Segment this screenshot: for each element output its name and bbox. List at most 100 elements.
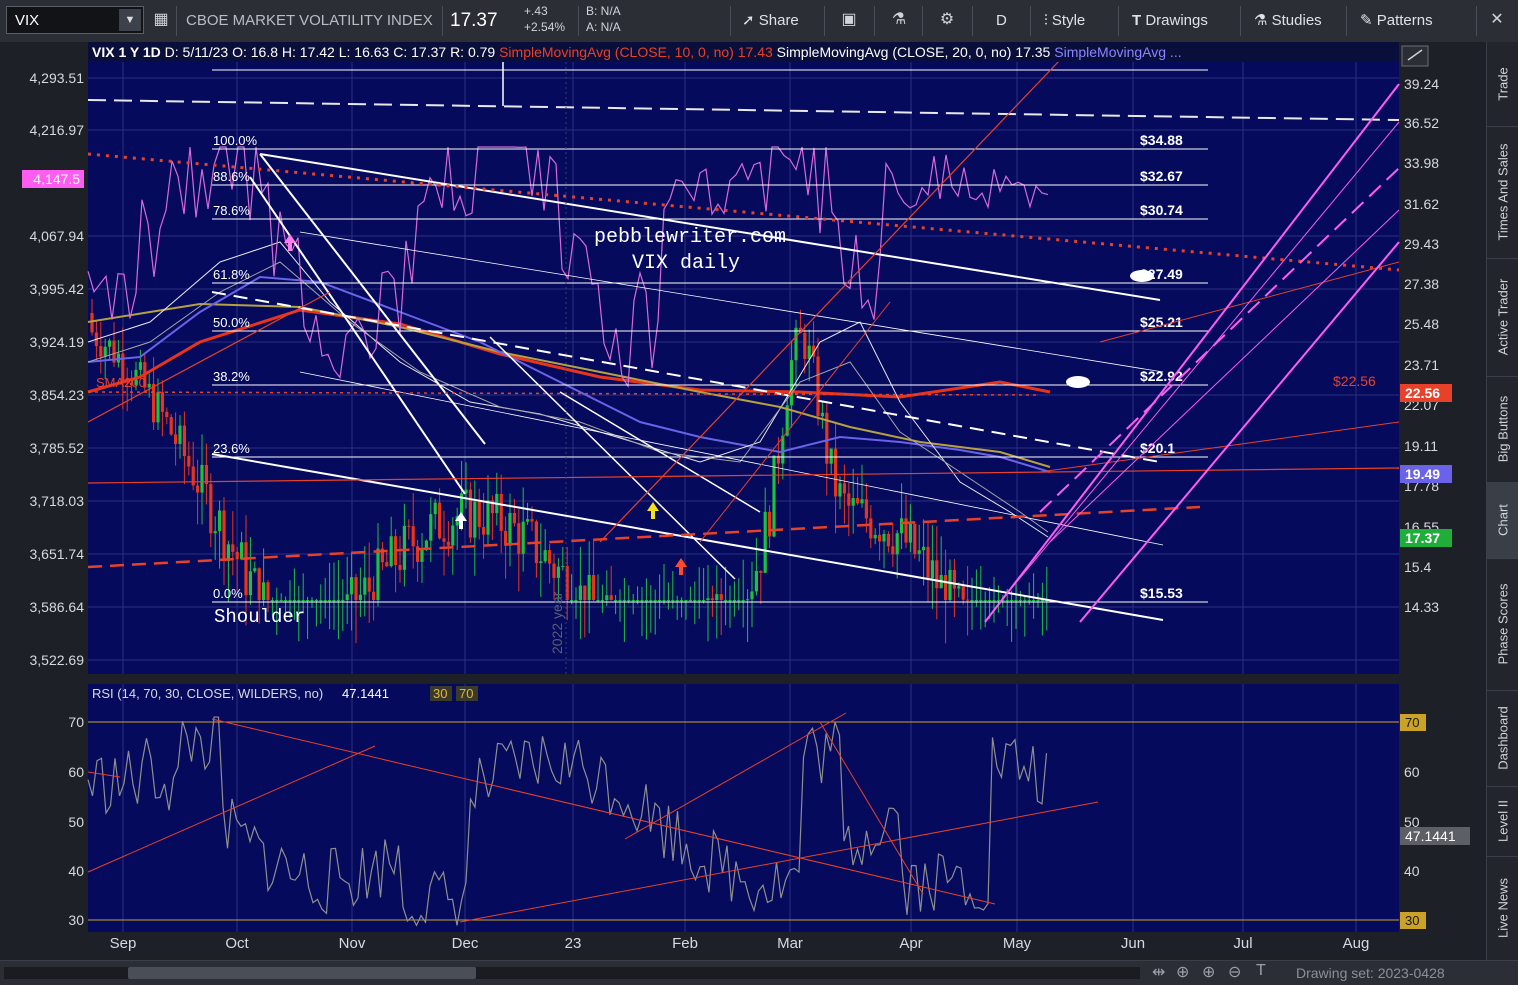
candle-body <box>759 570 763 573</box>
candle-body <box>913 523 917 554</box>
tab-live-news[interactable]: Live News <box>1487 856 1518 961</box>
close-icon[interactable]: ✕ <box>1484 7 1510 33</box>
snapshot-icon[interactable]: ▣ <box>836 7 862 33</box>
candle-body <box>631 600 635 602</box>
candle-body <box>499 493 503 531</box>
tab-level-ii[interactable]: Level II <box>1487 786 1518 857</box>
tab-big-buttons[interactable]: Big Buttons <box>1487 376 1518 483</box>
time-axis-label: Jul <box>1233 935 1252 952</box>
tab-chart[interactable]: Chart <box>1487 482 1518 559</box>
candle-body <box>926 546 930 579</box>
right-axis-label: 36.52 <box>1404 115 1439 131</box>
ask-value: A: N/A <box>586 20 621 34</box>
candle-body <box>1023 600 1027 602</box>
candle-body <box>807 345 811 359</box>
right-axis-label: 19.11 <box>1404 438 1438 454</box>
candle-body <box>996 600 1000 602</box>
tab-trade[interactable]: Trade <box>1487 42 1518 127</box>
candle-body <box>754 570 758 592</box>
flask-icon[interactable]: ⚗ <box>886 7 912 33</box>
symbol-settings-icon[interactable]: ▦ <box>148 7 174 33</box>
expand-icon[interactable]: ⇹ <box>1152 962 1165 982</box>
marker-ellipse <box>1066 376 1090 388</box>
candle-body <box>653 600 657 602</box>
style-icon: ⫶ <box>1044 12 1052 29</box>
candle-body <box>152 383 156 423</box>
zoom-out-icon[interactable]: ⊖ <box>1228 962 1241 982</box>
tab-phase-scores[interactable]: Phase Scores <box>1487 558 1518 691</box>
candle-body <box>873 534 877 539</box>
candle-body <box>706 598 710 601</box>
candle-body <box>891 546 895 555</box>
candle-body <box>763 511 767 573</box>
tab-dashboard[interactable]: Dashboard <box>1487 690 1518 787</box>
symbol-input[interactable]: VIX ▼ <box>6 6 144 34</box>
right-axis-label: 14.33 <box>1404 599 1439 615</box>
candle-body <box>521 521 525 554</box>
candle-body <box>358 594 362 601</box>
candle-body <box>684 600 688 602</box>
candle-body <box>851 497 855 506</box>
share-button[interactable]: ➚ Share <box>742 6 799 36</box>
zoom-in-icon[interactable]: ⊕ <box>1202 962 1215 982</box>
candle-body <box>90 313 94 333</box>
candle-body <box>561 566 565 568</box>
fib-pct-label: 100.0% <box>213 133 258 148</box>
candle-body <box>526 519 530 522</box>
text-tool-icon: T <box>1132 12 1146 29</box>
candle-body <box>301 600 305 602</box>
rsi-os: 70 <box>459 686 473 701</box>
candle-body <box>442 538 446 542</box>
candle-body <box>658 600 662 602</box>
candle-body <box>209 484 213 534</box>
drawings-button[interactable]: T Drawings <box>1132 6 1208 36</box>
studies-button[interactable]: ⚗ Studies <box>1254 6 1322 36</box>
chart-area[interactable]: 100.0% $34.88 88.6% $32.67 78.6% $30.74 61.8% $… <box>0 42 1486 960</box>
candle-body <box>169 416 173 435</box>
candle-body <box>864 499 868 519</box>
candle-body <box>156 392 160 423</box>
candle-body <box>856 497 860 504</box>
rsi-30-badge-label: 30 <box>1405 913 1419 928</box>
candle-body <box>847 493 851 506</box>
rsi-value: 47.1441 <box>342 686 389 701</box>
candle-body <box>583 585 587 601</box>
watermark-site: pebblewriter.com <box>594 226 786 249</box>
candle-body <box>341 600 345 602</box>
watermark-subtitle: VIX daily <box>632 252 740 275</box>
candle-body <box>944 575 948 601</box>
candle-body <box>543 550 547 562</box>
left-axis-label: 3,651.74 <box>30 546 85 562</box>
year-marker: 2022 year <box>549 591 565 654</box>
chevron-down-icon[interactable]: ▼ <box>119 9 141 31</box>
timeframe-button[interactable]: D <box>996 6 1007 36</box>
crosshair-icon[interactable]: ⊕ <box>1176 962 1189 982</box>
tab-active-trader[interactable]: Active Trader <box>1487 258 1518 377</box>
right-axis-label: 25.48 <box>1404 316 1439 332</box>
fib-pct-label: 78.6% <box>213 203 250 218</box>
candle-body <box>693 600 697 602</box>
style-button[interactable]: ⫶ Style <box>1044 6 1085 36</box>
candle-body <box>1027 600 1031 602</box>
sma200-price-label: $22.56 <box>1333 373 1376 389</box>
marker-ellipse <box>1130 270 1154 282</box>
candle-body <box>882 533 886 542</box>
candle-body <box>627 600 631 602</box>
scroll-thumb[interactable] <box>128 967 476 979</box>
symbol-description: CBOE MARKET VOLATILITY INDEX <box>186 12 433 29</box>
patterns-button[interactable]: ✎ Patterns <box>1360 6 1433 36</box>
candle-body <box>1010 600 1014 602</box>
left-axis-label: 4,293.51 <box>30 70 85 86</box>
candle-body <box>1036 600 1040 602</box>
candle-body <box>160 392 164 412</box>
tab-times-and-sales[interactable]: Times And Sales <box>1487 126 1518 259</box>
text-icon[interactable]: T <box>1256 962 1266 980</box>
rsi-label: RSI (14, 70, 30, CLOSE, WILDERS, no) <box>92 686 323 701</box>
candle-body <box>895 533 899 555</box>
candle-body <box>367 577 371 592</box>
candle-body <box>222 510 226 562</box>
candle-body <box>187 456 191 467</box>
gear-icon[interactable]: ⚙ <box>934 7 960 33</box>
candle-body <box>618 600 622 602</box>
candle-body <box>99 346 103 357</box>
